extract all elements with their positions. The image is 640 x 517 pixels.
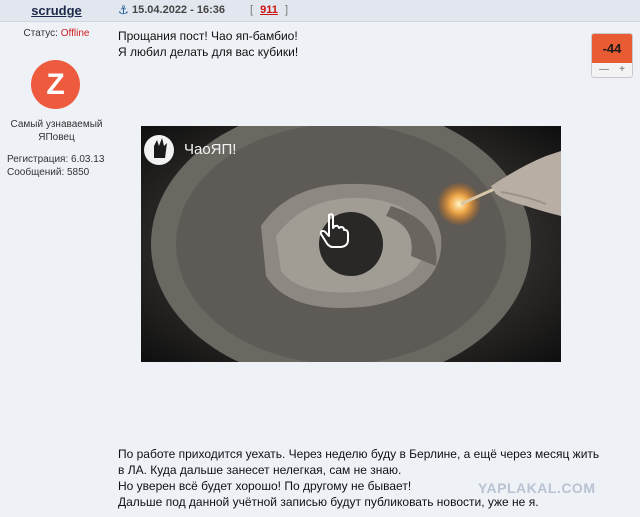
anchor-icon[interactable]: ⚓ (118, 0, 129, 21)
post-line-1: Прощания пост! Чао яп-бамбио! (118, 29, 298, 43)
hand-pointer-icon (319, 213, 349, 248)
rating-plus-button[interactable]: + (619, 63, 625, 77)
message-count: Сообщений: 5850 (7, 167, 90, 178)
rating-value: -44 (592, 34, 632, 63)
post-text: По работе приходится уехать. Через недел… (118, 446, 633, 510)
user-rank: Самый узнаваемый ЯПовец (0, 118, 113, 144)
play-button[interactable] (319, 212, 383, 276)
registration-date: Регистрация: 6.03.13 (7, 154, 105, 165)
post-number-close: ] (284, 4, 288, 16)
post-number-open: [ (250, 4, 254, 16)
rating-minus-button[interactable]: — (599, 63, 609, 77)
username-bar: scrudge (0, 0, 113, 22)
body-line-1: По работе приходится уехать. Через недел… (118, 447, 600, 461)
status-label: Статус: (23, 28, 58, 39)
user-status: Статус: Offline (0, 28, 113, 39)
rating-widget: -44 — + (591, 33, 633, 78)
site-watermark: YAPLAKAL.COM (478, 480, 596, 496)
body-line-2: в ЛА. Куда дальше занесет нелегкая, сам … (118, 463, 402, 477)
username-link[interactable]: scrudge (31, 3, 82, 18)
post-date: 15.04.2022 - 16:36 (132, 4, 225, 16)
rank-line-1: Самый узнаваемый (10, 119, 103, 130)
status-value: Offline (60, 28, 90, 39)
post-header: ⚓ 15.04.2022 - 16:36 [ 911 ] (113, 0, 640, 22)
post-number: [ 911 ] (250, 0, 288, 21)
post-line-2: Я любил делать для вас кубики! (118, 45, 299, 59)
user-stats: Регистрация: 6.03.13 Сообщений: 5850 (7, 153, 104, 179)
rank-line-2: ЯПовец (38, 132, 75, 143)
avatar-letter: Z (46, 67, 65, 101)
rating-controls: — + (592, 63, 632, 77)
body-line-4: Дальше под данной учётной записью будут … (118, 495, 539, 509)
video-player[interactable]: ЧаоЯП! (141, 126, 561, 362)
video-logo-text: ЧаоЯП! (184, 141, 237, 158)
avatar[interactable]: Z (31, 60, 80, 109)
post-intro: Прощания пост! Чао яп-бамбио! Я любил де… (118, 28, 298, 60)
post-number-link[interactable]: 911 (256, 4, 282, 16)
